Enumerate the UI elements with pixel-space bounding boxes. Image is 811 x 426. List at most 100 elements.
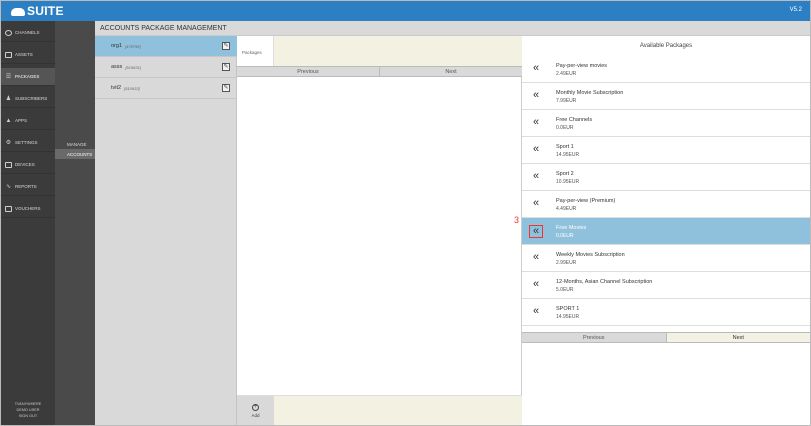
sidebar-item-subscribers[interactable]: ♟ SUBSCRIBERS <box>1 90 55 108</box>
previous-button[interactable]: Previous <box>522 333 667 342</box>
submenu: MANAGE ACCOUNTS <box>55 21 95 425</box>
available-package-row[interactable]: « Free Channels 0.0EUR <box>522 110 810 137</box>
sidebar-item-apps[interactable]: ▲ APPS <box>1 112 55 130</box>
available-pager: Previous Next <box>522 332 810 343</box>
package-name: Pay-per-view movies <box>556 63 608 69</box>
double-chevron-left-icon[interactable]: « <box>529 63 543 76</box>
package-price: 0.0EUR <box>556 233 574 239</box>
double-chevron-left-icon[interactable]: « <box>529 117 543 130</box>
package-price: 2.99EUR <box>556 260 577 266</box>
double-chevron-left-icon[interactable]: « <box>529 306 543 319</box>
cloud-icon <box>11 8 25 16</box>
packages-pager: Previous Next <box>237 66 522 77</box>
previous-button[interactable]: Previous <box>237 67 380 76</box>
apps-icon: ▲ <box>5 117 12 124</box>
double-chevron-left-icon[interactable]: « <box>529 90 543 103</box>
tab-bar-fill <box>274 36 522 66</box>
available-package-row-selected[interactable]: « Free Movies 0.0EUR <box>522 218 810 245</box>
edit-icon[interactable]: ✎ <box>222 42 230 50</box>
step-number-annotation: 3 <box>514 215 520 225</box>
sidebar-item-label: SETTINGS <box>15 140 38 145</box>
package-name: 12-Months, Asian Channel Subscription <box>556 279 653 285</box>
double-chevron-left-icon[interactable]: « <box>529 171 543 184</box>
double-chevron-left-icon[interactable]: « <box>529 279 543 292</box>
plus-icon: + <box>252 404 259 411</box>
sidebar-item-settings[interactable]: ⚙ SETTINGS <box>1 134 55 152</box>
tab-packages[interactable]: Packages <box>237 36 274 66</box>
accounts-list: org1 [478798] ✎ asss [519831] ✎ tvit2 [5… <box>95 36 237 425</box>
package-price: 0.0EUR <box>556 125 574 131</box>
sidebar-item-label: CHANNELS <box>15 30 40 35</box>
sidebar-item-vouchers[interactable]: VOUCHERS <box>1 200 55 218</box>
package-price: 14.95EUR <box>556 314 580 320</box>
account-row[interactable]: tvit2 [510933] ✎ <box>95 78 237 99</box>
package-name: Free Channels <box>556 117 593 123</box>
account-row[interactable]: org1 [478798] ✎ <box>95 36 237 57</box>
sidebar-item-label: PACKAGES <box>15 74 40 79</box>
logo-subtext: CLOUD <box>42 5 53 9</box>
channels-icon <box>5 29 12 36</box>
sidebar-item-assets[interactable]: ASSETS <box>1 46 55 64</box>
sidebar-item-label: DEVICES <box>15 162 35 167</box>
edit-icon[interactable]: ✎ <box>222 84 230 92</box>
available-package-row[interactable]: « Pay-per-view (Premium) 4.49EUR <box>522 191 810 218</box>
package-price: 10.95EUR <box>556 179 580 185</box>
sidebar-item-label: ASSETS <box>15 52 33 57</box>
settings-icon: ⚙ <box>5 139 12 146</box>
package-name: Monthly Movie Subscription <box>556 90 624 96</box>
available-package-row[interactable]: « Sport 2 10.95EUR <box>522 164 810 191</box>
assets-icon <box>5 51 12 58</box>
double-chevron-left-icon[interactable]: « <box>529 225 543 238</box>
main-content: ACCOUNTS PACKAGE MANAGEMENT org1 [478798… <box>95 21 810 425</box>
sidebar: CHANNELS ASSETS ☰ PACKAGES ♟ SUBSCRIBERS… <box>1 21 55 425</box>
sidebar-item-label: SUBSCRIBERS <box>15 96 48 101</box>
page-title: ACCOUNTS PACKAGE MANAGEMENT <box>95 21 810 36</box>
submenu-item-manage[interactable]: MANAGE <box>55 139 95 149</box>
sidebar-item-devices[interactable]: DEVICES <box>1 156 55 174</box>
double-chevron-left-icon[interactable]: « <box>529 198 543 211</box>
next-button[interactable]: Next <box>666 333 810 342</box>
available-package-row[interactable]: « Sport 1 14.95EUR <box>522 137 810 164</box>
sidebar-item-channels[interactable]: CHANNELS <box>1 24 55 42</box>
sidebar-item-label: VOUCHERS <box>15 206 41 211</box>
assigned-packages-panel: Packages Previous Next + Add <box>237 36 522 425</box>
subscribers-icon: ♟ <box>5 95 12 102</box>
next-button[interactable]: Next <box>380 67 522 76</box>
double-chevron-left-icon[interactable]: « <box>529 252 543 265</box>
sidebar-item-packages[interactable]: ☰ PACKAGES <box>1 68 55 86</box>
package-name: Weekly Movies Subscription <box>556 252 625 258</box>
package-name: Pay-per-view (Premium) <box>556 198 616 204</box>
sidebar-item-label: APPS <box>15 118 28 123</box>
account-id: [478798] <box>125 43 141 49</box>
package-price: 2.49EUR <box>556 71 577 77</box>
reports-icon: ∿ <box>5 183 12 190</box>
submenu-item-accounts[interactable]: ACCOUNTS <box>55 149 95 159</box>
available-package-row[interactable]: « SPORT 1 14.95EUR <box>522 299 810 326</box>
package-price: 5.0EUR <box>556 287 574 293</box>
packages-icon: ☰ <box>5 73 12 80</box>
account-name: asss <box>111 64 123 70</box>
account-name: tvit2 <box>111 85 122 91</box>
add-label: Add <box>251 413 260 418</box>
package-price: 14.95EUR <box>556 152 580 158</box>
edit-icon[interactable]: ✎ <box>222 63 230 71</box>
available-package-row[interactable]: « Pay-per-view movies 2.49EUR <box>522 56 810 83</box>
account-row[interactable]: asss [519831] ✎ <box>95 57 237 78</box>
package-name: Sport 1 <box>556 144 574 150</box>
vouchers-icon <box>5 205 12 212</box>
double-chevron-left-icon[interactable]: « <box>529 144 543 157</box>
sidebar-item-reports[interactable]: ∿ REPORTS <box>1 178 55 196</box>
sign-out-link[interactable]: SIGN OUT <box>1 413 55 419</box>
available-package-row[interactable]: « 12-Months, Asian Channel Subscription … <box>522 272 810 299</box>
devices-icon <box>5 161 12 168</box>
available-package-row[interactable]: « Weekly Movies Subscription 2.99EUR <box>522 245 810 272</box>
package-name: SPORT 1 <box>556 306 580 312</box>
account-name: org1 <box>111 43 123 49</box>
package-price: 4.49EUR <box>556 206 577 212</box>
app-logo[interactable]: SUITE CLOUD <box>11 4 64 18</box>
add-button[interactable]: + Add <box>237 396 274 425</box>
package-name: Free Movies <box>556 225 587 231</box>
available-package-row[interactable]: « Monthly Movie Subscription 7.99EUR <box>522 83 810 110</box>
account-id: [510933] <box>124 85 140 91</box>
package-name: Sport 2 <box>556 171 574 177</box>
